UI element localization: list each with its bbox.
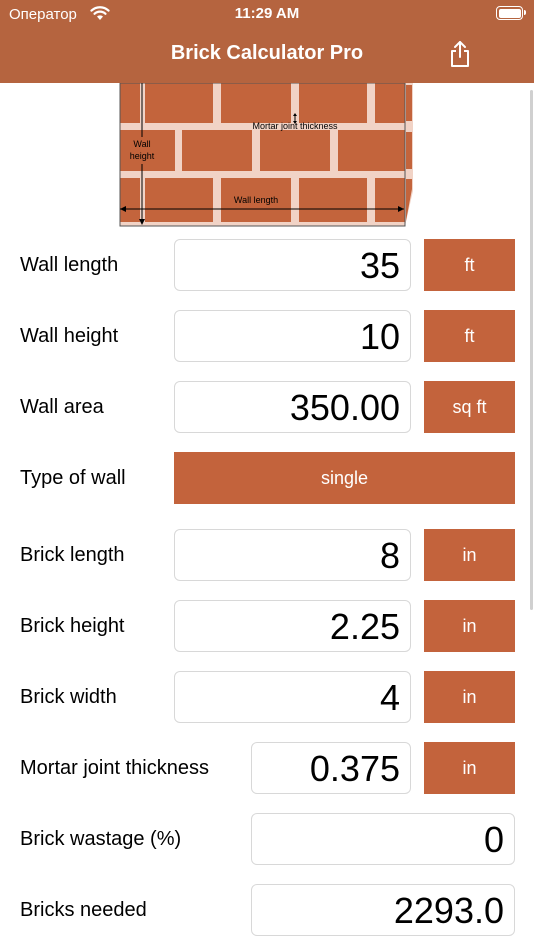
brick-width-label: Brick width [20, 686, 117, 708]
wall-type-label: Type of wall [20, 467, 126, 489]
brick-width-input[interactable]: 4 [174, 671, 411, 723]
wall-height-unit-button[interactable]: ft [424, 310, 515, 362]
brick-height-input[interactable]: 2.25 [174, 600, 411, 652]
brick-wastage-input[interactable]: 0 [251, 813, 515, 865]
svg-text:height: height [130, 151, 155, 161]
brick-length-label: Brick length [20, 544, 125, 566]
mortar-joint-label: Mortar joint thickness [20, 757, 209, 779]
bricks-needed-output: 2293.0 [251, 884, 515, 936]
wall-area-label: Wall area [20, 396, 104, 418]
wall-area-input[interactable]: 350.00 [174, 381, 411, 433]
brick-width-unit-button[interactable]: in [424, 671, 515, 723]
wall-height-label: Wall [133, 139, 150, 149]
mortar-joint-input[interactable]: 0.375 [251, 742, 411, 794]
battery-icon [496, 6, 526, 20]
brick-wastage-label: Brick wastage (%) [20, 828, 182, 850]
wall-height-input[interactable]: 10 [174, 310, 411, 362]
navigation-bar: Оператор 11:29 AM Brick Calculator Pro [0, 0, 534, 83]
wall-length-unit-button[interactable]: ft [424, 239, 515, 291]
mortar-joint-unit-button[interactable]: in [424, 742, 515, 794]
bricks-needed-label: Bricks needed [20, 899, 147, 921]
wall-height-label: Wall height [20, 325, 119, 347]
brick-length-unit-button[interactable]: in [424, 529, 515, 581]
mortar-joint-label: Mortar joint thickness [252, 121, 338, 131]
status-time: 11:29 AM [234, 5, 300, 22]
wall-length-input[interactable]: 35 [174, 239, 411, 291]
wall-length-label: Wall length [20, 254, 119, 276]
scroll-indicator[interactable] [530, 90, 533, 610]
wall-type-button[interactable]: single [174, 452, 515, 504]
share-icon[interactable] [449, 40, 471, 68]
brick-length-input[interactable]: 8 [174, 529, 411, 581]
brick-height-label: Brick height [20, 615, 125, 637]
brick-wall-diagram: Wall height Mortar joint thickness Wall … [119, 83, 413, 227]
wall-area-unit-button[interactable]: sq ft [424, 381, 515, 433]
brick-height-unit-button[interactable]: in [424, 600, 515, 652]
wall-length-label: Wall length [234, 195, 278, 205]
